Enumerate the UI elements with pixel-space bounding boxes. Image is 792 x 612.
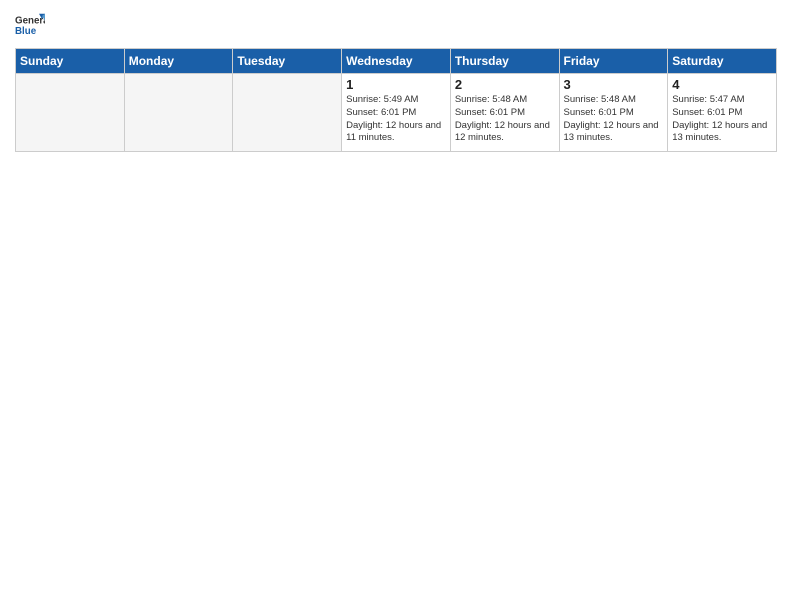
weekday-header-row: SundayMondayTuesdayWednesdayThursdayFrid… bbox=[16, 49, 777, 74]
day-cell: 4 Sunrise: 5:47 AMSunset: 6:01 PMDaylight… bbox=[668, 74, 777, 152]
day-number: 1 bbox=[346, 77, 446, 92]
weekday-thursday: Thursday bbox=[450, 49, 559, 74]
weekday-wednesday: Wednesday bbox=[342, 49, 451, 74]
day-number: 4 bbox=[672, 77, 772, 92]
calendar-table: SundayMondayTuesdayWednesdayThursdayFrid… bbox=[15, 48, 777, 152]
day-cell bbox=[16, 74, 125, 152]
logo: General Blue bbox=[15, 10, 47, 40]
svg-text:Blue: Blue bbox=[15, 26, 37, 37]
header: General Blue bbox=[15, 10, 777, 40]
day-info: Sunrise: 5:49 AMSunset: 6:01 PMDaylight:… bbox=[346, 94, 446, 145]
svg-text:General: General bbox=[15, 16, 45, 27]
weekday-saturday: Saturday bbox=[668, 49, 777, 74]
weekday-monday: Monday bbox=[124, 49, 233, 74]
weekday-tuesday: Tuesday bbox=[233, 49, 342, 74]
day-cell: 2 Sunrise: 5:48 AMSunset: 6:01 PMDaylight… bbox=[450, 74, 559, 152]
day-cell bbox=[124, 74, 233, 152]
day-cell: 1 Sunrise: 5:49 AMSunset: 6:01 PMDaylight… bbox=[342, 74, 451, 152]
logo-icon: General Blue bbox=[15, 10, 45, 40]
day-cell: 3 Sunrise: 5:48 AMSunset: 6:01 PMDaylight… bbox=[559, 74, 668, 152]
day-info: Sunrise: 5:47 AMSunset: 6:01 PMDaylight:… bbox=[672, 94, 772, 145]
weekday-sunday: Sunday bbox=[16, 49, 125, 74]
week-row-1: 1 Sunrise: 5:49 AMSunset: 6:01 PMDaylight… bbox=[16, 74, 777, 152]
day-info: Sunrise: 5:48 AMSunset: 6:01 PMDaylight:… bbox=[564, 94, 664, 145]
day-info: Sunrise: 5:48 AMSunset: 6:01 PMDaylight:… bbox=[455, 94, 555, 145]
day-number: 3 bbox=[564, 77, 664, 92]
weekday-friday: Friday bbox=[559, 49, 668, 74]
day-number: 2 bbox=[455, 77, 555, 92]
day-cell bbox=[233, 74, 342, 152]
